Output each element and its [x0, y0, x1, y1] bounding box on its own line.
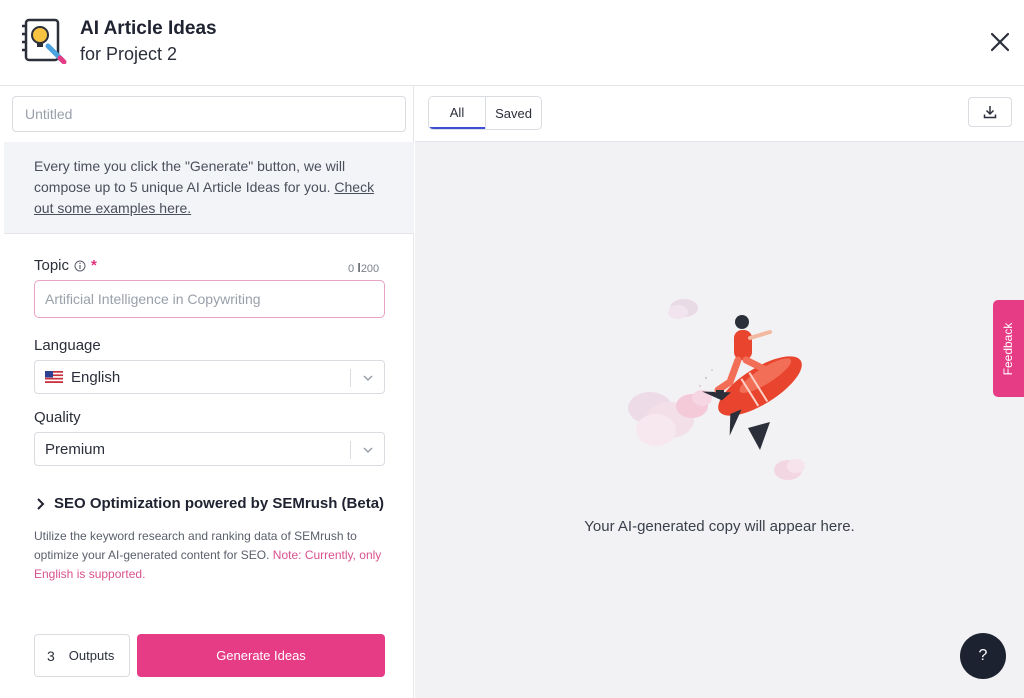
notebook-lightbulb-icon: [22, 18, 67, 64]
header: AI Article Ideas for Project 2: [0, 0, 1024, 86]
info-text: Every time you click the "Generate" butt…: [34, 158, 346, 195]
info-icon[interactable]: [74, 260, 86, 272]
quality-select[interactable]: Premium: [34, 432, 385, 466]
us-flag-icon: [45, 371, 63, 383]
page-title: AI Article Ideas: [80, 18, 217, 39]
rocket-rider-illustration: [628, 299, 805, 480]
seo-title: SEO Optimization powered by SEMrush (Bet…: [54, 495, 385, 512]
empty-state-message: Your AI-generated copy will appear here.: [584, 518, 855, 535]
quality-value: Premium: [45, 440, 106, 458]
language-select[interactable]: English: [34, 360, 385, 394]
select-divider: [350, 369, 351, 387]
results-tabs: All Saved: [428, 96, 542, 130]
language-value: English: [71, 368, 121, 386]
quality-label: Quality: [34, 409, 81, 426]
outputs-stepper[interactable]: 3 Outputs: [34, 634, 130, 677]
close-icon[interactable]: [986, 28, 1014, 56]
chevron-right-icon: [37, 497, 45, 510]
topic-label: Topic *: [34, 257, 97, 274]
results-toolbar: All Saved: [415, 86, 1024, 142]
required-marker: *: [91, 257, 97, 274]
results-area: Your AI-generated copy will appear here.: [415, 142, 1024, 698]
chevron-down-icon[interactable]: [361, 443, 375, 457]
generate-ideas-button[interactable]: Generate Ideas: [137, 634, 385, 677]
help-button[interactable]: ?: [960, 633, 1006, 679]
form-panel: Every time you click the "Generate" butt…: [0, 86, 414, 698]
language-label: Language: [34, 337, 101, 354]
document-title-input[interactable]: [12, 96, 406, 132]
char-count-max: 200: [360, 263, 380, 275]
page-subtitle: for Project 2: [80, 44, 178, 64]
outputs-count: 3: [47, 647, 55, 664]
char-count-current: 0: [348, 263, 355, 275]
feedback-label[interactable]: Feedback: [1001, 323, 1015, 376]
download-button[interactable]: [968, 97, 1012, 127]
topic-label-text: Topic: [34, 257, 70, 274]
character-counter: 0 I200: [348, 260, 379, 275]
seo-optimization-toggle[interactable]: SEO Optimization powered by SEMrush (Bet…: [36, 495, 384, 512]
outputs-label: Outputs: [68, 648, 115, 663]
chevron-down-icon[interactable]: [361, 371, 375, 385]
topic-input[interactable]: [34, 280, 385, 318]
tab-saved[interactable]: Saved: [485, 97, 541, 129]
seo-description: Utilize the keyword research and ranking…: [34, 527, 384, 584]
tab-all[interactable]: All: [429, 97, 485, 129]
select-divider: [350, 441, 351, 459]
download-icon: [983, 106, 997, 119]
info-box: Every time you click the "Generate" butt…: [4, 142, 414, 234]
